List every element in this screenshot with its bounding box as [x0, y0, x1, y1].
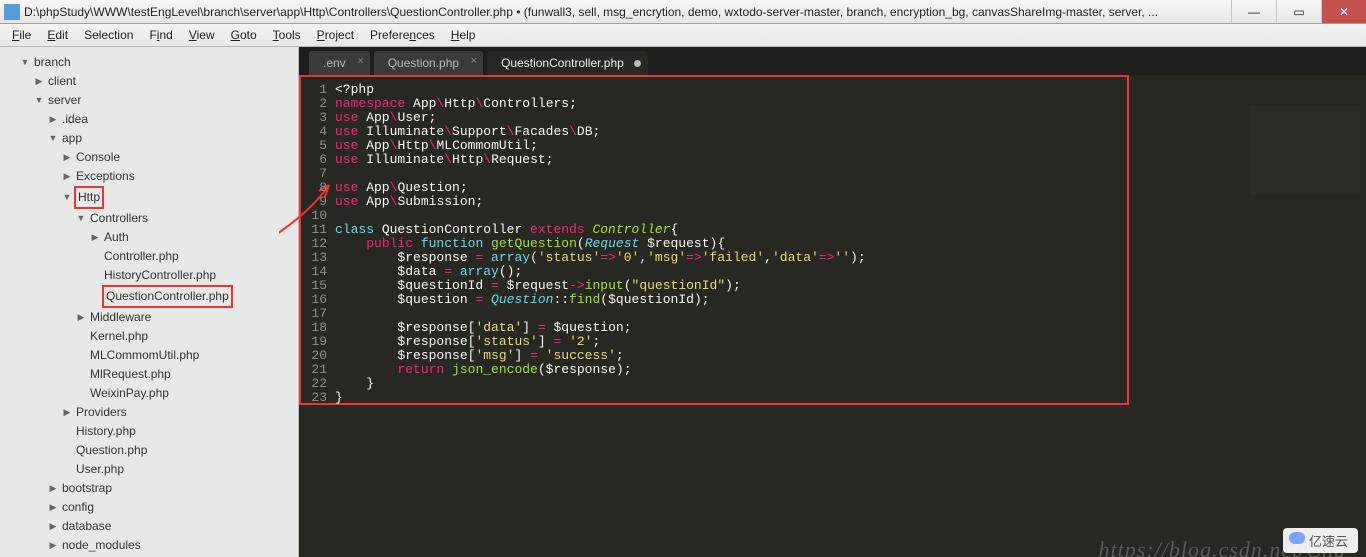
menu-find[interactable]: Find	[141, 24, 180, 46]
close-icon[interactable]: ×	[471, 55, 477, 67]
chevron-right-icon: ▶	[48, 498, 58, 517]
chevron-right-icon: ▶	[90, 228, 100, 247]
tree-file-history[interactable]: History.php	[6, 422, 294, 441]
menu-edit[interactable]: Edit	[39, 24, 76, 46]
tree-folder-idea[interactable]: ▶.idea	[6, 110, 294, 129]
menu-goto[interactable]: Goto	[223, 24, 265, 46]
chevron-right-icon: ▶	[48, 536, 58, 555]
chevron-down-icon: ▼	[34, 91, 44, 110]
cloud-icon	[1289, 532, 1305, 544]
chevron-right-icon: ▶	[48, 517, 58, 536]
line-gutter: 1234567891011121314151617181920212223	[305, 83, 327, 405]
chevron-right-icon: ▶	[62, 148, 72, 167]
close-icon[interactable]: ×	[357, 55, 363, 67]
minimize-button[interactable]: —	[1231, 0, 1276, 23]
tree-file-mlcommomutil[interactable]: MLCommomUtil.php	[6, 346, 294, 365]
tab-env[interactable]: .env×	[309, 51, 370, 75]
title-bar: D:\phpStudy\WWW\testEngLevel\branch\serv…	[0, 0, 1366, 24]
tree-folder-providers[interactable]: ▶Providers	[6, 403, 294, 422]
brand-badge: 亿速云	[1283, 528, 1358, 553]
chevron-right-icon: ▶	[34, 72, 44, 91]
close-button[interactable]: ✕	[1321, 0, 1366, 23]
tree-folder-server[interactable]: ▼server	[6, 91, 294, 110]
chevron-down-icon: ▼	[76, 209, 86, 228]
tree-folder-console[interactable]: ▶Console	[6, 148, 294, 167]
tree-file-historycontroller[interactable]: HistoryController.php	[6, 266, 294, 285]
tree-folder-app[interactable]: ▼app	[6, 129, 294, 148]
code-viewport[interactable]: 1234567891011121314151617181920212223 <?…	[299, 75, 1366, 557]
tree-file-controller[interactable]: Controller.php	[6, 247, 294, 266]
file-tree: ▼branch ▶client ▼server ▶.idea ▼app ▶Con…	[0, 47, 298, 557]
menu-selection[interactable]: Selection	[76, 24, 141, 46]
tree-folder-client[interactable]: ▶client	[6, 72, 294, 91]
window-title: D:\phpStudy\WWW\testEngLevel\branch\serv…	[24, 5, 1231, 19]
tree-folder-node-modules[interactable]: ▶node_modules	[6, 536, 294, 555]
chevron-down-icon: ▼	[20, 53, 30, 72]
chevron-right-icon: ▶	[62, 167, 72, 186]
tree-file-question[interactable]: Question.php	[6, 441, 294, 460]
tree-folder-controllers[interactable]: ▼Controllers	[6, 209, 294, 228]
unsaved-dot-icon	[634, 60, 641, 67]
chevron-right-icon: ▶	[48, 479, 58, 498]
chevron-right-icon: ▶	[62, 403, 72, 422]
menu-bar: FFileile Edit Selection Find View Goto T…	[0, 24, 1366, 47]
menu-preferences[interactable]: Preferences	[362, 24, 443, 46]
tab-bar: .env× Question.php× QuestionController.p…	[299, 47, 1366, 75]
editor-area: .env× Question.php× QuestionController.p…	[299, 47, 1366, 557]
tree-file-questioncontroller[interactable]: QuestionController.php	[6, 285, 294, 308]
menu-file[interactable]: FFileile	[4, 24, 39, 46]
maximize-button[interactable]: ▭	[1276, 0, 1321, 23]
tree-file-user[interactable]: User.php	[6, 460, 294, 479]
chevron-down-icon: ▼	[48, 129, 58, 148]
tree-folder-branch[interactable]: ▼branch	[6, 53, 294, 72]
tab-questioncontroller[interactable]: QuestionController.php	[487, 51, 648, 75]
menu-help[interactable]: Help	[443, 24, 484, 46]
tree-folder-database[interactable]: ▶database	[6, 517, 294, 536]
code-content[interactable]: <?php namespace App\Http\Controllers; us…	[299, 75, 1366, 413]
chevron-down-icon: ▼	[62, 188, 72, 207]
app-icon	[4, 4, 20, 20]
menu-tools[interactable]: Tools	[265, 24, 309, 46]
tree-folder-auth[interactable]: ▶Auth	[6, 228, 294, 247]
chevron-right-icon: ▶	[48, 110, 58, 129]
tree-folder-bootstrap[interactable]: ▶bootstrap	[6, 479, 294, 498]
tree-file-mlrequest[interactable]: MlRequest.php	[6, 365, 294, 384]
menu-view[interactable]: View	[181, 24, 223, 46]
sidebar[interactable]: ▼branch ▶client ▼server ▶.idea ▼app ▶Con…	[0, 47, 299, 557]
tree-file-kernel[interactable]: Kernel.php	[6, 327, 294, 346]
tree-folder-config[interactable]: ▶config	[6, 498, 294, 517]
chevron-right-icon: ▶	[76, 308, 86, 327]
tab-question[interactable]: Question.php×	[374, 51, 483, 75]
tree-folder-middleware[interactable]: ▶Middleware	[6, 308, 294, 327]
menu-project[interactable]: Project	[309, 24, 362, 46]
tree-folder-http[interactable]: ▼Http	[6, 186, 294, 209]
tree-file-weixinpay[interactable]: WeixinPay.php	[6, 384, 294, 403]
tree-folder-exceptions[interactable]: ▶Exceptions	[6, 167, 294, 186]
